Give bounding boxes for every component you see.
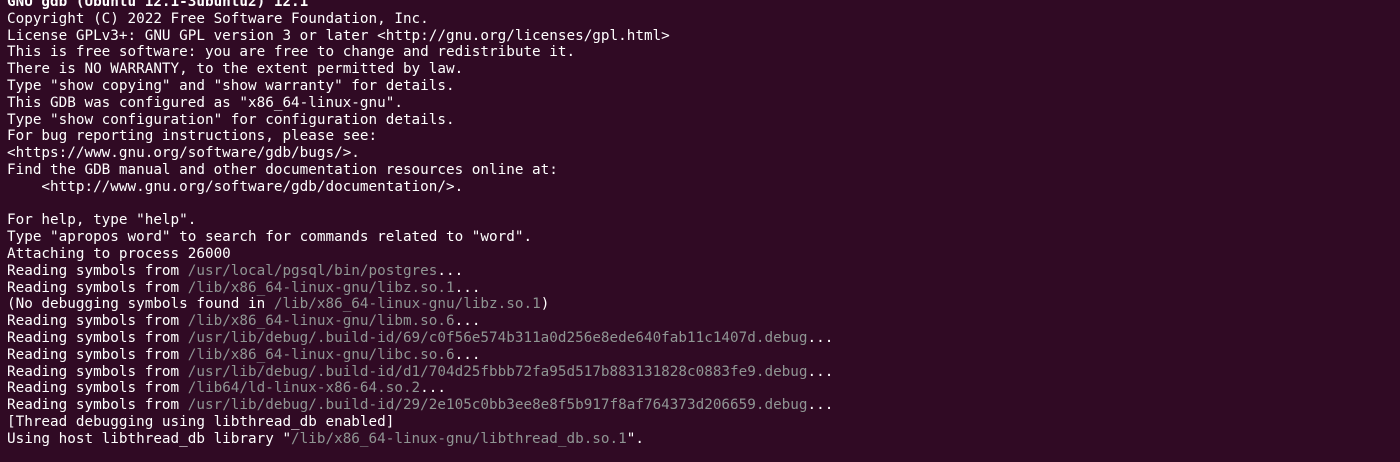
terminal-line: Type "show copying" and "show warranty" … [7,78,1400,95]
output-text: Reading symbols from [7,363,188,380]
output-text: ... [454,279,481,296]
output-text: Reading symbols from [7,329,188,346]
terminal-line: [Thread debugging using libthread_db ena… [7,414,1400,431]
output-text: [Thread debugging using libthread_db ena… [7,413,395,430]
output-text: Reading symbols from [7,262,188,279]
terminal-line: <https://www.gnu.org/software/gdb/bugs/>… [7,145,1400,162]
output-text: There is NO WARRANTY, to the extent perm… [7,61,464,78]
terminal-line: <http://www.gnu.org/software/gdb/documen… [7,179,1400,196]
output-text: ... [454,346,481,363]
terminal-line: Type "apropos word" to search for comman… [7,229,1400,246]
terminal-line: Reading symbols from /lib64/ld-linux-x86… [7,380,1400,397]
output-text: Attaching to process 26000 [7,245,231,262]
file-path-text: /usr/lib/debug/.build-id/d1/704d25fbbb72… [187,363,808,380]
file-path-text: /lib/x86_64-linux-gnu/libthread_db.so.1 [291,430,627,447]
output-text: ... [420,380,446,397]
output-text: For bug reporting instructions, please s… [7,128,378,145]
output-text: (No debugging symbols found in [7,296,274,313]
terminal-window[interactable]: GNU gdb (Ubuntu 12.1-3ubuntu2) 12.1 Copyr… [0,0,1400,462]
terminal-line: Reading symbols from /lib/x86_64-linux-g… [7,313,1400,330]
terminal-output: GNU gdb (Ubuntu 12.1-3ubuntu2) 12.1 Copyr… [7,0,1400,448]
terminal-line: For help, type "help". [7,212,1400,229]
output-text: ... [807,363,834,380]
output-text: Type "show configuration" for configurat… [7,111,455,128]
terminal-line: This GDB was configured as "x86_64-linux… [7,95,1400,112]
file-path-text: /lib/x86_64-linux-gnu/libm.so.6 [187,313,455,330]
output-text: Type "apropos word" to search for comman… [7,229,533,246]
output-text: Reading symbols from [7,380,188,397]
output-text: Reading symbols from [7,313,188,330]
output-text: ... [454,313,481,330]
terminal-line: Reading symbols from /usr/lib/debug/.bui… [7,330,1400,347]
output-text: Type "show copying" and "show warranty" … [7,77,455,94]
output-text: ... [437,262,464,279]
file-path-text: /usr/lib/debug/.build-id/69/c0f56e574b31… [187,329,808,346]
output-text: <http://www.gnu.org/software/gdb/documen… [7,178,464,195]
output-text: ... [807,329,834,346]
terminal-line: Find the GDB manual and other documentat… [7,162,1400,179]
output-text: Reading symbols from [7,346,188,363]
terminal-line: Reading symbols from /usr/lib/debug/.bui… [7,397,1400,414]
terminal-line: Attaching to process 26000 [7,246,1400,263]
terminal-line: License GPLv3+: GNU GPL version 3 or lat… [7,28,1400,45]
output-text: Reading symbols from [7,279,188,296]
output-text: License GPLv3+: GNU GPL version 3 or lat… [7,27,670,44]
output-text: ) [540,296,550,313]
output-text: Find the GDB manual and other documentat… [7,161,558,178]
terminal-line: Reading symbols from /usr/local/pgsql/bi… [7,263,1400,280]
output-text: GNU gdb (Ubuntu 12.1-3ubuntu2) 12.1 [7,0,309,10]
file-path-text: /usr/lib/debug/.build-id/29/2e105c0bb3ee… [187,397,808,414]
terminal-line: Type "show configuration" for configurat… [7,112,1400,129]
output-text: ". [626,430,644,447]
terminal-line: Using host libthread_db library "/lib/x8… [7,431,1400,448]
terminal-line: For bug reporting instructions, please s… [7,128,1400,145]
file-path-text: /lib/x86_64-linux-gnu/libc.so.6 [187,346,455,363]
terminal-line: Reading symbols from /usr/lib/debug/.bui… [7,364,1400,381]
file-path-text: /lib/x86_64-linux-gnu/libz.so.1 [273,296,541,313]
terminal-line: GNU gdb (Ubuntu 12.1-3ubuntu2) 12.1 [7,0,1400,11]
output-text: This is free software: you are free to c… [7,44,576,61]
output-text: This GDB was configured as "x86_64-linux… [7,94,403,111]
output-text: ... [807,397,834,414]
terminal-line: This is free software: you are free to c… [7,44,1400,61]
output-text: <https://www.gnu.org/software/gdb/bugs/>… [7,145,360,162]
output-text: Reading symbols from [7,397,188,414]
terminal-line: Copyright (C) 2022 Free Software Foundat… [7,11,1400,28]
terminal-line: There is NO WARRANTY, to the extent perm… [7,61,1400,78]
file-path-text: /lib64/ld-linux-x86-64.so.2 [187,380,421,397]
terminal-line: Reading symbols from /lib/x86_64-linux-g… [7,347,1400,364]
file-path-text: /usr/local/pgsql/bin/postgres [187,262,438,279]
output-text: Using host libthread_db library " [7,430,292,447]
output-text: Copyright (C) 2022 Free Software Foundat… [7,10,429,27]
output-text: For help, type "help". [7,212,197,229]
terminal-line: (No debugging symbols found in /lib/x86_… [7,296,1400,313]
file-path-text: /lib/x86_64-linux-gnu/libz.so.1 [187,279,455,296]
terminal-line: Reading symbols from /lib/x86_64-linux-g… [7,280,1400,297]
